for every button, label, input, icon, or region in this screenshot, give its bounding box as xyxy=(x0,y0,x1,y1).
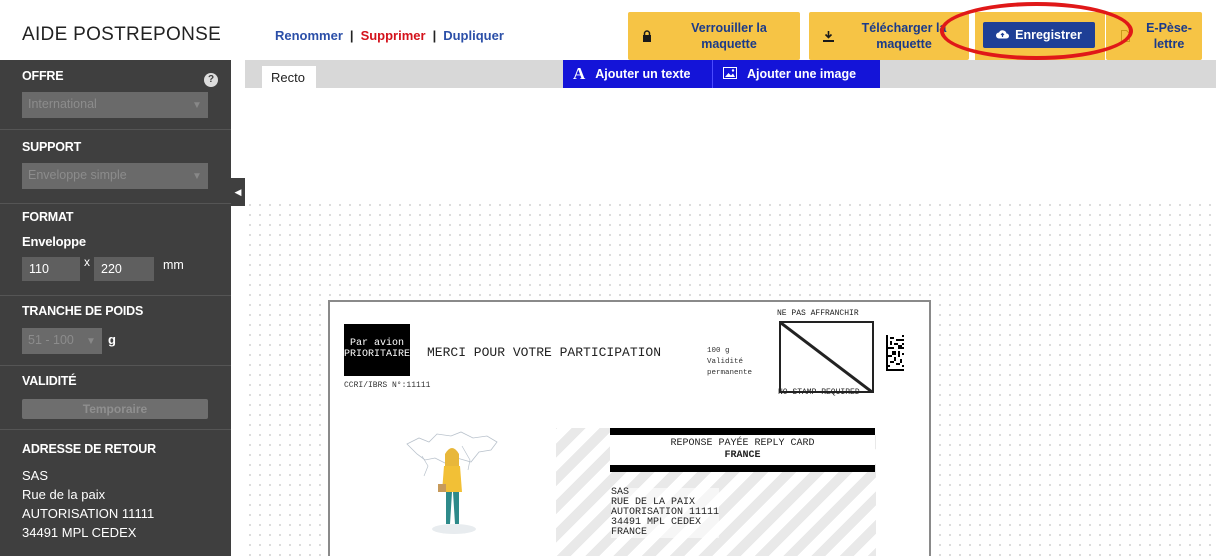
support-select-value: Enveloppe simple xyxy=(28,168,127,182)
reponse-country: FRANCE xyxy=(724,450,761,461)
offre-select-value: International xyxy=(28,97,97,111)
temporaire-button[interactable]: Temporaire xyxy=(22,399,208,419)
add-text-button[interactable]: A Ajouter un texte xyxy=(563,60,712,88)
validite-section: VALIDITÉ xyxy=(0,366,231,430)
add-image-label: Ajouter une image xyxy=(747,67,857,81)
traveler-illustration xyxy=(406,431,498,534)
lock-icon xyxy=(636,30,658,42)
support-label: SUPPORT xyxy=(22,140,82,154)
stamp-top-text: NE PAS AFFRANCHIR xyxy=(777,309,859,318)
format-unit: mm xyxy=(163,258,184,272)
adresse-label: ADRESSE DE RETOUR xyxy=(22,442,156,456)
info-validite: Validité xyxy=(707,358,744,366)
add-text-label: Ajouter un texte xyxy=(595,67,691,81)
recipient-address: SAS RUE DE LA PAIX AUTORISATION 11111 34… xyxy=(611,488,720,538)
adresse-section: ADRESSE DE RETOUR SAS Rue de la paix AUT… xyxy=(0,430,231,556)
ccri-number: CCRI/IBRS N°:11111 xyxy=(344,381,431,390)
lock-label-line2: maquette xyxy=(701,37,757,51)
help-icon[interactable]: ? xyxy=(204,73,218,87)
info-permanente: permanente xyxy=(707,369,753,377)
stamp-bottom-text: NO STAMP REQUIRED xyxy=(778,388,860,397)
poids-select-value: 51 - 100 xyxy=(28,333,74,347)
pese-label-line2: lettre xyxy=(1153,37,1185,51)
download-layout-button[interactable]: Télécharger la maquette xyxy=(809,12,969,60)
tab-recto[interactable]: Recto xyxy=(262,66,316,88)
weight-validity-info: 100 g Validité permanente xyxy=(707,346,752,379)
par-avion-line2: PRIORITAIRE xyxy=(344,349,411,360)
cloud-upload-icon xyxy=(996,28,1010,42)
reponse-payee-text: REPONSE PAYÉE REPLY CARD xyxy=(670,438,815,449)
adresse-line: 34491 MPL CEDEX xyxy=(22,525,137,540)
download-label-line2: maquette xyxy=(876,37,932,51)
support-select[interactable]: Enveloppe simple ▼ xyxy=(22,163,208,189)
poids-label: TRANCHE DE POIDS xyxy=(22,304,144,318)
save-label: Enregistrer xyxy=(1015,28,1082,42)
format-section: FORMAT Enveloppe 110 x 220 mm xyxy=(0,204,231,296)
chevron-down-icon: ▼ xyxy=(192,170,202,182)
delete-link[interactable]: Supprimer xyxy=(361,28,426,43)
format-times: x xyxy=(84,255,90,269)
chevron-left-icon: ◀ xyxy=(234,186,242,197)
rename-link[interactable]: Renommer xyxy=(275,28,343,43)
save-button[interactable]: Enregistrer xyxy=(983,22,1095,48)
pese-label-line1: E-Pèse- xyxy=(1146,21,1192,35)
adresse-line: AUTORISATION 11111 xyxy=(22,506,155,521)
action-links: Renommer | Supprimer | Dupliquer xyxy=(275,28,504,43)
chevron-down-icon: ▼ xyxy=(86,335,96,347)
document-icon xyxy=(1114,30,1136,42)
adresse-line: SAS xyxy=(22,468,49,483)
top-header: AIDE POSTREPONSE Renommer | Supprimer | Dupl… xyxy=(0,0,1216,60)
offre-select[interactable]: International ▼ xyxy=(22,92,208,118)
poids-section: TRANCHE DE POIDS 51 - 100 ▼ g xyxy=(0,296,231,366)
address-line: FRANCE xyxy=(611,527,648,538)
chevron-down-icon: ▼ xyxy=(192,99,202,111)
e-pese-lettre-button[interactable]: E-Pèse-lettre xyxy=(1106,12,1202,60)
reply-card-preview: Par avion PRIORITAIRE MERCI POUR VOTRE P… xyxy=(328,300,931,556)
format-width-input[interactable]: 110 xyxy=(22,257,80,281)
datamatrix-barcode xyxy=(886,335,904,371)
validite-label: VALIDITÉ xyxy=(22,374,77,388)
format-height-input[interactable]: 220 xyxy=(94,257,154,281)
reply-band-bottom-bar xyxy=(610,465,875,472)
poids-select[interactable]: 51 - 100 ▼ xyxy=(22,328,102,354)
adresse-line: Rue de la paix xyxy=(22,487,106,502)
reply-band: REPONSE PAYÉE REPLY CARD FRANCE xyxy=(610,435,875,465)
format-label: FORMAT xyxy=(22,210,74,224)
duplicate-link[interactable]: Dupliquer xyxy=(443,28,504,43)
reply-band-top-bar xyxy=(610,428,875,435)
app-title: AIDE POSTREPONSE xyxy=(22,24,222,45)
offre-label: OFFRE xyxy=(22,69,64,83)
lock-label-line1: Verrouiller la xyxy=(691,21,767,35)
par-avion-label: Par avion PRIORITAIRE xyxy=(344,324,410,376)
download-icon xyxy=(817,30,839,42)
link-separator: | xyxy=(349,28,354,43)
format-type: Enveloppe xyxy=(22,234,86,249)
poids-unit: g xyxy=(108,332,116,347)
settings-sidebar: OFFRE ? International ▼ SUPPORT Envelopp… xyxy=(0,60,231,556)
image-icon xyxy=(723,66,737,82)
support-section: SUPPORT Enveloppe simple ▼ xyxy=(0,130,231,204)
no-stamp-box xyxy=(779,321,874,393)
offre-section: OFFRE ? International ▼ xyxy=(0,60,231,130)
add-image-button[interactable]: Ajouter une image xyxy=(712,60,880,88)
par-avion-line1: Par avion xyxy=(349,338,404,349)
info-weight: 100 g xyxy=(707,347,730,355)
download-label-line1: Télécharger la xyxy=(861,21,947,35)
link-separator: | xyxy=(432,28,437,43)
text-a-icon: A xyxy=(573,64,586,83)
collapse-sidebar-handle[interactable]: ◀ xyxy=(231,178,245,206)
lock-layout-button[interactable]: Verrouiller la maquette xyxy=(628,12,800,60)
merci-text: MERCI POUR VOTRE PARTICIPATION xyxy=(427,345,662,360)
